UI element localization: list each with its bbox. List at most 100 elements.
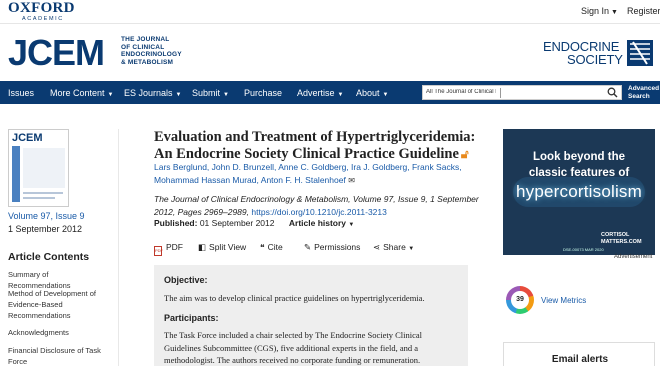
permissions-icon: ✎ xyxy=(304,242,312,252)
nav-issues[interactable]: Issues xyxy=(8,88,34,98)
endocrine-society-logo[interactable]: ENDOCRINE SOCIETY xyxy=(543,40,655,70)
nav-about[interactable]: About ▼ xyxy=(356,88,388,98)
society-mark-icon xyxy=(627,40,653,66)
tool-label: Cite xyxy=(267,242,283,252)
search-divider xyxy=(500,88,501,98)
article-history-label: Article history xyxy=(288,218,347,228)
toc-item[interactable]: Method of Development of Evidence-Based … xyxy=(8,288,112,321)
author-list[interactable]: Lars Berglund, John D. Brunzell, Anne C.… xyxy=(154,161,484,187)
chevron-down-icon: ▼ xyxy=(175,92,182,98)
article-history-dropdown[interactable]: Article history ▼ xyxy=(289,218,354,228)
nav-label: About xyxy=(356,88,380,98)
article-toolbar: PDF PDF ◧ Split View ❝ Cite ✎ Permissions ⋖ S… xyxy=(154,242,474,256)
article-contents-heading: Article Contents xyxy=(8,251,90,263)
ad-brand: CORTISOL MATTERS.COM xyxy=(601,232,642,245)
cover-line xyxy=(23,197,55,199)
objective-heading: Objective: xyxy=(164,275,208,285)
search-scope-select[interactable]: All The Journal of Clinical E xyxy=(426,89,496,95)
advanced-search-link[interactable]: Advanced Search xyxy=(628,85,659,101)
quote-icon: ❝ xyxy=(260,242,265,252)
tool-label: Split View xyxy=(209,242,247,252)
cover-line xyxy=(23,192,63,194)
published-label: Published: xyxy=(154,218,198,228)
doi-link[interactable]: https://doi.org/10.1210/jc.2011-3213 xyxy=(251,207,386,217)
journal-name-line: ENDOCRINOLOGY xyxy=(121,51,182,58)
toc-item[interactable]: Acknowledgments xyxy=(8,327,112,338)
chevron-down-icon: ▼ xyxy=(337,92,344,98)
participants-text: The Task Force included a chair selected… xyxy=(164,330,423,365)
register-link[interactable]: Register xyxy=(627,6,660,16)
pdf-icon: PDF xyxy=(154,246,163,256)
chevron-down-icon: ▼ xyxy=(382,92,389,98)
journal-name-line: & METABOLISM xyxy=(121,58,174,66)
publisher-name: OXFORD xyxy=(8,0,75,16)
sign-in-label: Sign In xyxy=(581,6,610,16)
publisher-sub: ACADEMIC xyxy=(22,16,64,22)
journal-header: JCEM THE JOURNAL OF CLINICAL ENDOCRINOLO… xyxy=(0,24,660,81)
ad-fine-print: DSE-00073 MAR 2020 xyxy=(563,247,604,252)
chevron-down-icon: ▼ xyxy=(107,92,114,98)
tool-label: Permissions xyxy=(314,242,361,252)
nav-es-journals[interactable]: ES Journals ▼ xyxy=(124,88,181,98)
pdf-button[interactable]: PDF PDF xyxy=(154,242,183,256)
issue-date: 1 September 2012 xyxy=(8,224,83,234)
main-nav: Issues More Content ▼ ES Journals ▼ Submit… xyxy=(0,81,660,104)
split-view-button[interactable]: ◧ Split View xyxy=(198,242,246,253)
objective-text: The aim was to develop clinical practice… xyxy=(164,293,425,303)
altmetric-badge[interactable]: 39 xyxy=(506,286,534,314)
open-access-lock-icon: 🔓︎ xyxy=(460,147,469,161)
journal-full-name: THE JOURNAL OF CLINICAL ENDOCRINOLOGY & … xyxy=(121,36,182,66)
tool-label: Share xyxy=(383,242,406,252)
chevron-down-icon: ▼ xyxy=(611,9,618,16)
nav-label: ES Journals xyxy=(124,88,173,98)
published-date: 01 September 2012 xyxy=(199,218,275,228)
ad-line-1: Look beyond the xyxy=(533,151,625,163)
share-icon: ⋖ xyxy=(373,242,381,252)
nav-advertise[interactable]: Advertise ▼ xyxy=(297,88,343,98)
participants-heading: Participants: xyxy=(164,313,219,323)
search-input[interactable]: All The Journal of Clinical E xyxy=(422,85,622,100)
cover-title: JCEM xyxy=(12,132,43,144)
cite-button[interactable]: ❝ Cite xyxy=(260,242,283,253)
share-button[interactable]: ⋖ Share ▼ xyxy=(373,242,414,253)
volume-issue-link[interactable]: Volume 97, Issue 9 xyxy=(8,211,85,221)
article-title-text: Evaluation and Treatment of Hypertriglyc… xyxy=(154,129,476,162)
nav-label: More Content xyxy=(50,88,105,98)
nav-submit[interactable]: Submit ▼ xyxy=(192,88,229,98)
email-alerts-heading: Email alerts xyxy=(551,354,609,365)
advanced-search-line: Search xyxy=(628,93,650,100)
cover-block xyxy=(23,148,65,188)
article-title: Evaluation and Treatment of Hypertriglyc… xyxy=(154,129,484,163)
citation: The Journal of Clinical Endocrinology & … xyxy=(154,193,484,218)
email-icon[interactable]: ✉ xyxy=(348,176,355,185)
nav-label: Issues xyxy=(8,88,35,98)
society-name-line: SOCIETY xyxy=(567,52,623,67)
chevron-down-icon: ▼ xyxy=(348,222,355,228)
toc-item[interactable]: Financial Disclosure of Task Force xyxy=(8,345,112,366)
nav-more-content[interactable]: More Content ▼ xyxy=(50,88,113,98)
search-icon[interactable] xyxy=(607,87,618,98)
split-view-icon: ◧ xyxy=(198,242,207,252)
oxford-academic-logo[interactable]: OXFORD ACADEMIC xyxy=(8,0,75,23)
cover-strip xyxy=(12,146,20,202)
issue-cover-thumbnail[interactable]: JCEM xyxy=(8,129,69,207)
ad-headline: hypercortisolism xyxy=(515,182,642,201)
author-names[interactable]: Lars Berglund, John D. Brunzell, Anne C.… xyxy=(154,162,462,185)
tool-label: PDF xyxy=(166,242,183,252)
jcem-logo[interactable]: JCEM xyxy=(8,35,105,71)
sign-in-link[interactable]: Sign In ▼ xyxy=(581,6,618,16)
column-divider xyxy=(118,129,119,366)
journal-name-line: OF CLINICAL xyxy=(121,43,165,51)
altmetric-score: 39 xyxy=(511,291,529,309)
advertisement-banner[interactable]: Look beyond the classic features of hype… xyxy=(503,129,655,255)
nav-label: Submit xyxy=(192,88,221,98)
society-name: ENDOCRINE SOCIETY xyxy=(543,40,623,66)
top-bar: OXFORD ACADEMIC Sign In ▼ Register xyxy=(0,0,660,24)
chevron-down-icon: ▼ xyxy=(408,246,415,252)
permissions-button[interactable]: ✎ Permissions xyxy=(304,242,360,253)
view-metrics-link[interactable]: View Metrics xyxy=(541,296,586,305)
nav-label: Purchase xyxy=(244,88,283,98)
advertisement-label: Advertisement xyxy=(614,254,653,260)
journal-name-line: THE JOURNAL xyxy=(121,36,170,43)
nav-purchase[interactable]: Purchase xyxy=(244,88,282,98)
